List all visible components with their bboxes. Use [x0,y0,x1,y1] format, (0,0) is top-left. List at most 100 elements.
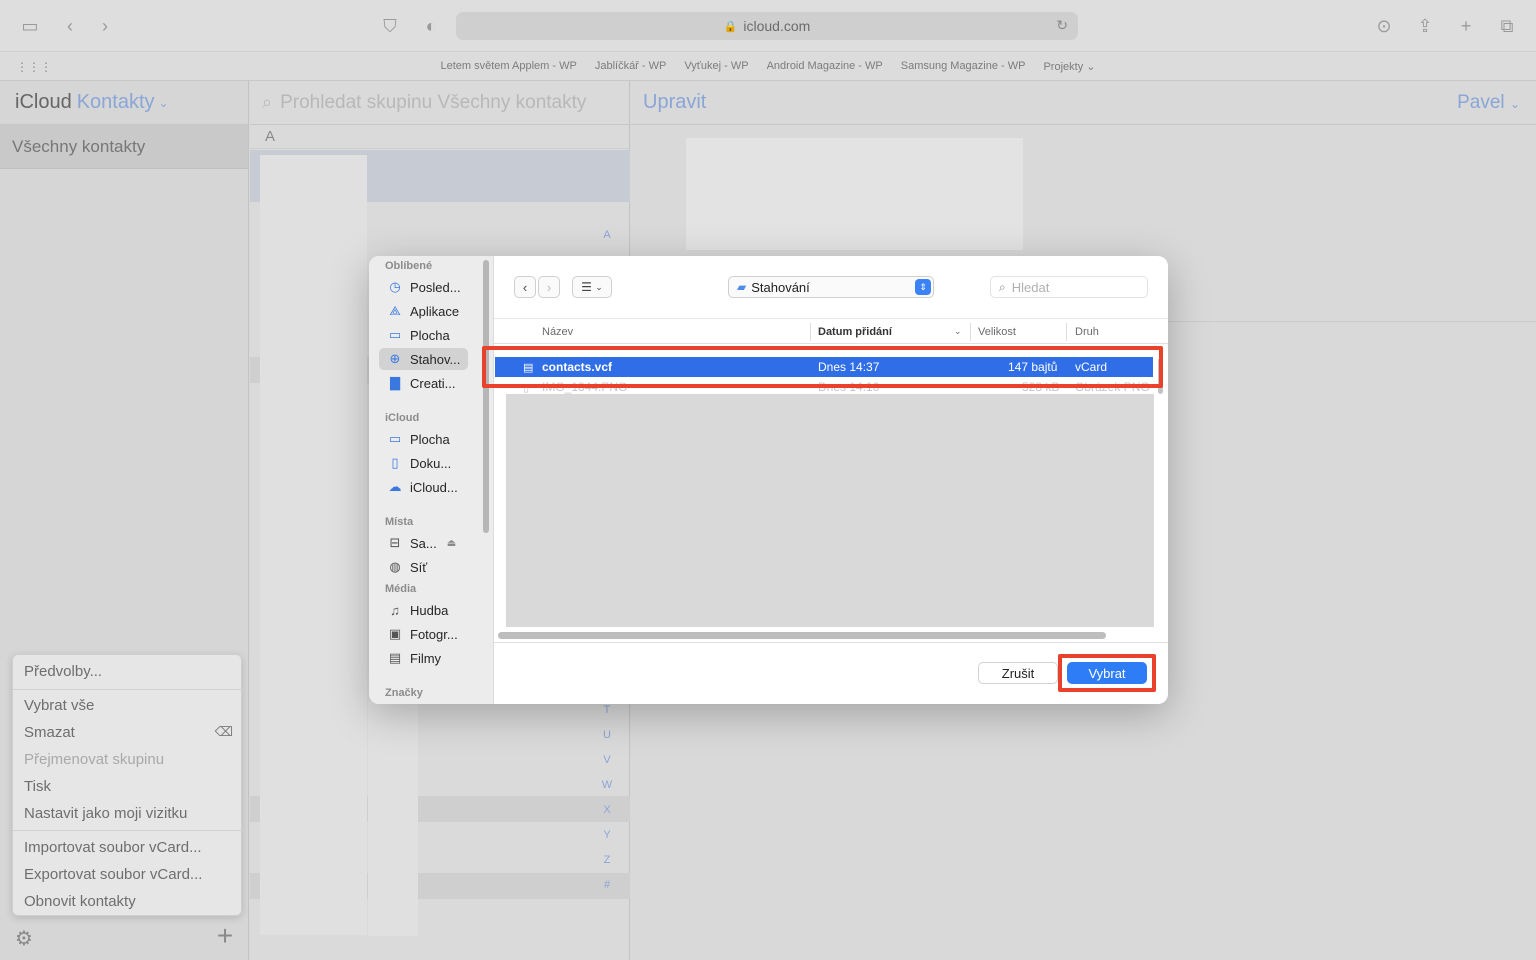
address-bar[interactable]: 🔒 icloud.com ↻ [456,12,1078,40]
tab-overview-icon[interactable]: ⧉ [1495,14,1519,38]
file-row-selected[interactable]: ▤ contacts.vcf Dnes 14:37 147 bajtů vCar… [495,357,1153,377]
favorite-link[interactable]: Jablíčkář - WP [595,60,667,72]
sidebar-item-music[interactable]: ♫ Hudba [379,599,468,621]
film-icon: ▤ [388,650,402,665]
downloads-icon[interactable]: ⊙ [1372,14,1396,38]
sidebar-item-creative[interactable]: ▇ Creati... [379,372,468,394]
disk-icon: ⊟ [389,535,401,550]
sidebar-toggle-icon[interactable]: ▭ [18,14,42,38]
column-size[interactable]: Velikost [978,326,1016,338]
share-icon[interactable]: ⇪ [1413,14,1437,38]
index-letter[interactable]: A [601,229,613,241]
cloud-icon: ☁ [388,479,402,494]
sidebar-item-desktop[interactable]: ▭ Plocha [379,324,468,346]
file-date: Dnes 14:10 [818,380,880,394]
search-placeholder: Hledat [1011,279,1050,295]
sidebar-heading: iCloud [385,412,420,424]
eject-icon[interactable]: ⏏ [447,538,456,549]
index-letter[interactable]: Z [601,854,613,866]
contacts-search[interactable]: ⌕ Prohledat skupinu Všechny kontakty [250,81,629,125]
up-down-chevron-icon: ⇕ [915,279,931,295]
gear-icon[interactable]: ⚙ [12,926,36,950]
reload-icon[interactable]: ↻ [1056,17,1068,34]
music-icon: ♫ [390,602,400,618]
back-icon[interactable]: ‹ [58,14,82,38]
menu-item-preferences[interactable]: Předvolby... [24,663,102,680]
sidebar-item-applications[interactable]: ⟁ Aplikace [379,300,468,322]
new-tab-icon[interactable]: + [1454,14,1478,38]
user-name: Pavel [1457,92,1505,113]
menu-item-refresh-contacts[interactable]: Obnovit kontakty [24,893,136,910]
sidebar-item-photos[interactable]: ▣ Fotogr... [379,623,468,645]
choose-button[interactable]: Vybrat [1067,662,1147,684]
forward-icon[interactable]: › [93,14,117,38]
dialog-search-input[interactable]: ⌕ Hledat [990,276,1148,298]
document-icon: ▇ [390,375,400,390]
favorite-folder[interactable]: Projekty ⌄ [1043,60,1095,73]
index-letter[interactable]: W [601,779,613,791]
reader-shield-icon[interactable]: ◐ [419,14,443,38]
delete-key-icon: ⌫ [214,724,233,739]
edit-button[interactable]: Upravit [643,91,706,114]
index-letter[interactable]: V [601,754,613,766]
column-kind[interactable]: Druh [1075,326,1099,338]
menu-item-select-all[interactable]: Vybrat vše [24,697,94,714]
sidebar-item-label: Plocha [410,327,450,343]
view-mode-button[interactable]: ☰ ⌄ [572,276,612,298]
favorite-link[interactable]: Vyťukej - WP [684,60,748,72]
group-all-contacts[interactable]: Všechny kontakty [0,125,248,169]
index-letter[interactable]: T [601,704,613,716]
favorite-link[interactable]: Android Magazine - WP [767,60,883,72]
index-letter[interactable]: # [601,879,613,891]
search-icon: ⌕ [999,279,1006,294]
url-text: icloud.com [743,18,811,34]
file-kind: Obrázek PNG [1075,380,1150,394]
menu-item-delete[interactable]: Smazat [24,724,75,741]
sidebar-item-disk[interactable]: ⊟ Sa... ⏏ [379,532,468,554]
grid-icon[interactable]: ⋮⋮⋮ [16,60,52,74]
chevron-down-icon[interactable]: ⌄ [159,96,169,110]
add-contact-button[interactable]: + [212,922,238,950]
chevron-down-icon: ⌄ [954,326,962,336]
user-menu-button[interactable]: Pavel ⌄ [1457,92,1520,114]
sidebar-item-icloud-desktop[interactable]: ▭ Plocha [379,428,468,450]
index-letter[interactable]: X [601,804,613,816]
cancel-button[interactable]: Zrušit [978,662,1058,684]
index-letter[interactable]: U [601,729,613,741]
sidebar-item-movies[interactable]: ▤ Filmy [379,647,468,669]
contact-names-placeholder [368,701,418,936]
favorite-link[interactable]: Samsung Magazine - WP [901,60,1026,72]
location-popup[interactable]: ▰ Stahování ⇕ [728,276,934,298]
image-file-icon: ▯ [523,381,530,394]
chevron-left-icon: ‹ [522,279,528,295]
contact-names-placeholder [260,155,367,935]
sidebar-item-recents[interactable]: ◷ Posled... [379,276,468,298]
sidebar-heading: Oblíbené [385,260,433,272]
globe-icon: ◍ [389,559,401,574]
horizontal-scrollbar[interactable] [498,632,1106,639]
sidebar-item-downloads[interactable]: ⊕ Stahov... [379,348,468,370]
menu-item-export-vcard[interactable]: Exportovat soubor vCard... [24,866,202,883]
sidebar-item-network[interactable]: ◍ Síť [379,556,468,578]
sidebar-scrollbar[interactable] [483,260,489,533]
privacy-shield-icon[interactable]: ⛉ [378,14,402,38]
sidebar-item-icloud-drive[interactable]: ☁ iCloud... [379,476,468,498]
menu-separator [13,689,243,690]
menu-item-import-vcard[interactable]: Importovat soubor vCard... [24,839,202,856]
forward-button[interactable]: › [538,276,560,298]
clock-icon: ◷ [389,279,401,294]
app-switcher[interactable]: Kontakty [77,91,155,114]
column-name[interactable]: Název [542,326,573,338]
menu-separator [13,830,243,831]
back-button[interactable]: ‹ [514,276,536,298]
menu-item-print[interactable]: Tisk [24,778,51,795]
menu-item-set-my-card[interactable]: Nastavit jako moji vizitku [24,805,187,822]
favorite-link[interactable]: Letem světem Applem - WP [441,60,577,72]
sidebar-heading: Místa [385,516,414,528]
vertical-scrollbar[interactable] [1158,358,1163,394]
sidebar-item-documents[interactable]: ▯ Doku... [379,452,468,474]
app-title: iCloud Kontakty ⌄ [0,81,248,125]
column-separator [1066,323,1067,341]
column-date-added[interactable]: Datum přidání [818,326,892,338]
index-letter[interactable]: Y [601,829,613,841]
